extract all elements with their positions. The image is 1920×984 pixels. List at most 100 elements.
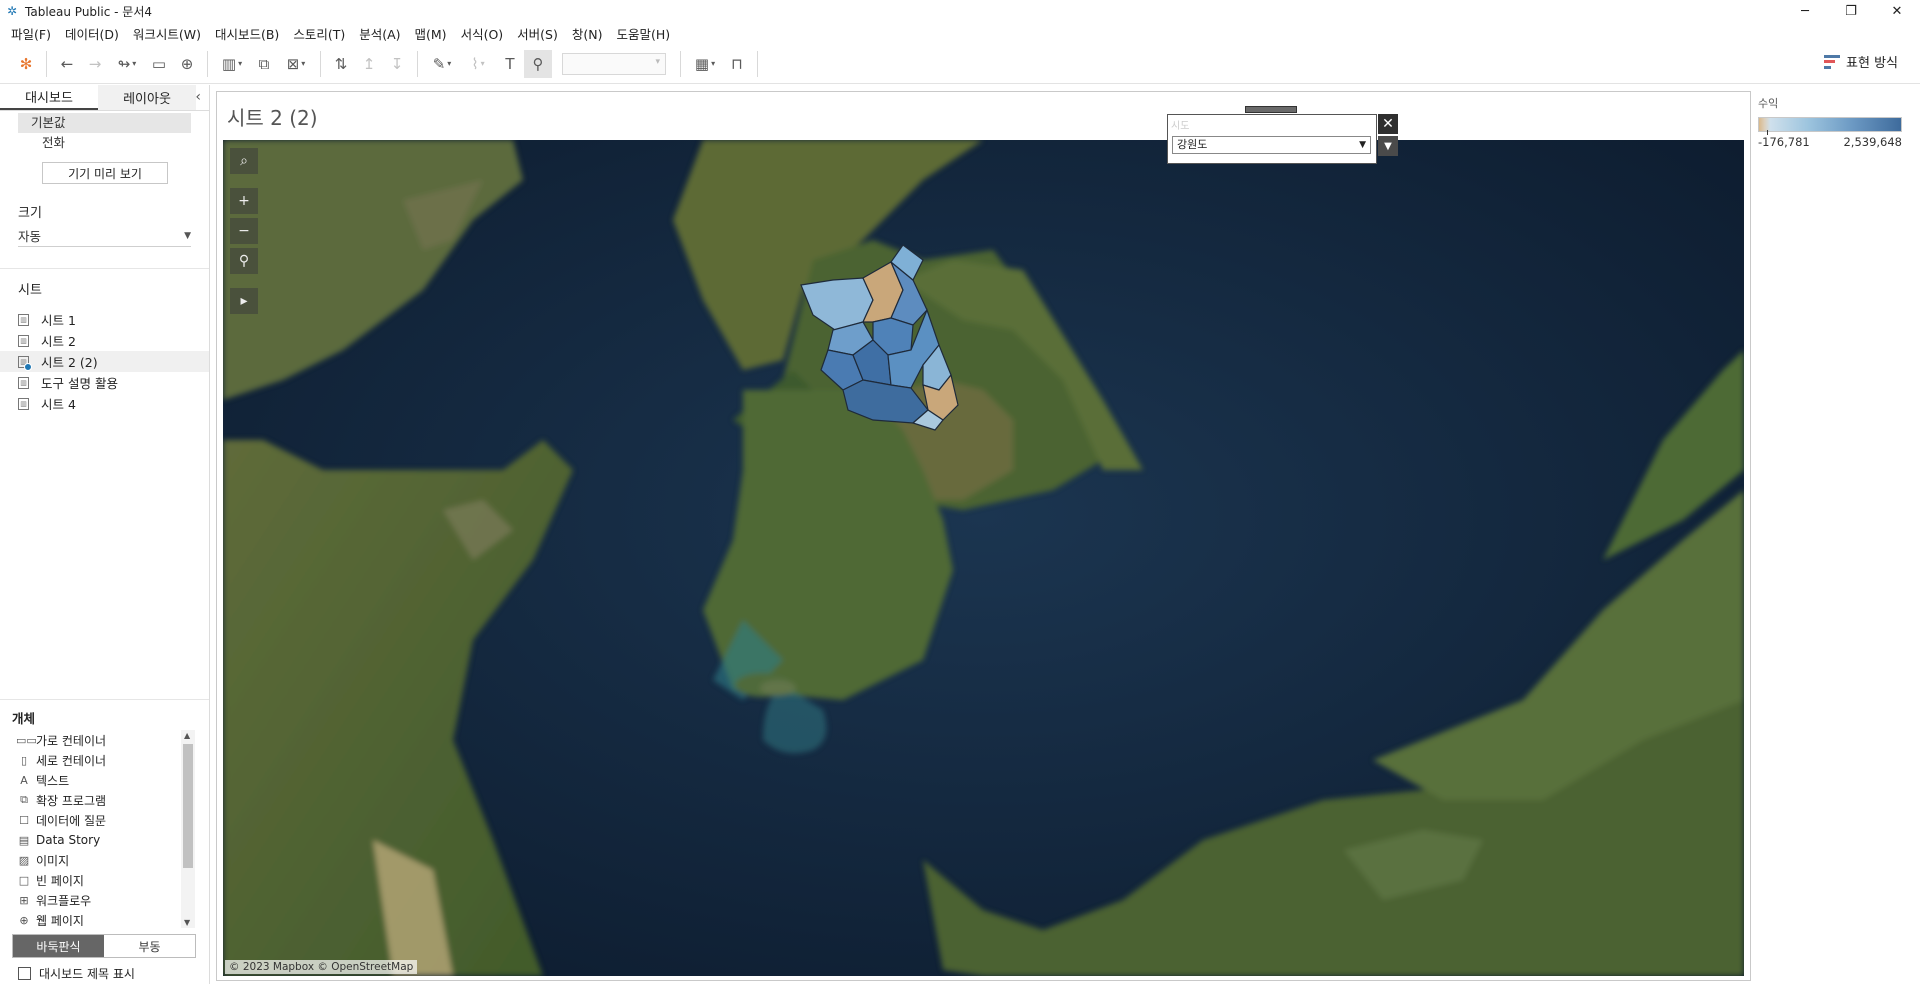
menu-format[interactable]: 서식(O)	[454, 24, 511, 43]
toolbar-separator	[417, 50, 418, 77]
object-item[interactable]: ▤ Data Story	[0, 830, 196, 850]
show-dashboard-title-option[interactable]: 대시보드 제목 표시	[18, 965, 135, 982]
menu-dashboard[interactable]: 대시보드(B)	[208, 24, 286, 43]
object-item[interactable]: ☐ 데이터에 질문	[0, 810, 196, 830]
menu-story[interactable]: 스토리(T)	[286, 24, 352, 43]
tab-dashboard[interactable]: 대시보드	[0, 85, 98, 110]
object-item[interactable]: ⊕ 웹 페이지	[0, 910, 196, 927]
sort-ascending-icon[interactable]: ↥	[355, 50, 383, 78]
sheet-label: 시트 2	[41, 334, 76, 349]
sheet-item[interactable]: ▥ 시트 2	[0, 330, 209, 351]
zoom-in-icon[interactable]: +	[230, 188, 258, 214]
presentation-mode-icon[interactable]: ⊓	[723, 50, 751, 78]
sheet-item[interactable]: ▥ 시트 1	[0, 309, 209, 330]
data-story-icon: ▤	[18, 833, 30, 847]
color-legend: 수익 -176,781 2,539,648	[1758, 95, 1908, 149]
tableau-logo-icon: ✲	[6, 4, 18, 18]
menu-file[interactable]: 파일(F)	[4, 24, 58, 43]
restore-button[interactable]: ❐	[1828, 0, 1874, 22]
save-icon[interactable]: ▭	[145, 50, 173, 78]
map-toolbar: ⌕ + − ⚲ ▸	[230, 148, 260, 314]
object-label: 가로 컨테이너	[36, 733, 107, 748]
object-label: 데이터에 질문	[36, 813, 107, 828]
scrollbar-thumb[interactable]	[183, 744, 193, 868]
objects-section-title: 개체	[12, 711, 36, 726]
sort-descending-icon[interactable]: ↧	[383, 50, 411, 78]
menu-map[interactable]: 맵(M)	[408, 24, 454, 43]
object-item[interactable]: □ 빈 페이지	[0, 870, 196, 890]
menu-worksheet[interactable]: 워크시트(W)	[126, 24, 208, 43]
legend-color-ramp	[1758, 117, 1902, 135]
object-item[interactable]: ⧉ 확장 프로그램	[0, 790, 196, 810]
window-controls: ─ ❐ ✕	[1782, 0, 1920, 22]
sheet-item-selected[interactable]: ▥ 시트 2 (2)	[0, 351, 209, 372]
highlight-icon[interactable]: ✎	[424, 50, 460, 78]
menu-window[interactable]: 창(N)	[565, 24, 610, 43]
menu-analysis[interactable]: 분석(A)	[352, 24, 407, 43]
more-options-icon[interactable]: ▼	[1378, 136, 1398, 156]
tab-layout[interactable]: 레이아웃	[98, 85, 196, 110]
show-labels-icon[interactable]: T	[496, 50, 524, 78]
worksheet-icon: ▥	[18, 334, 29, 347]
map-view[interactable]: ⌕ + − ⚲ ▸ © 2023 Mapbox © OpenStreetMap	[223, 140, 1744, 976]
swap-icon[interactable]: ⇅	[327, 50, 355, 78]
close-window-button[interactable]: ✕	[1874, 0, 1920, 22]
blank-icon: □	[18, 873, 30, 887]
object-item[interactable]: ▨ 이미지	[0, 850, 196, 870]
reset-map-icon[interactable]: ⚲	[230, 248, 258, 274]
expand-toolbar-icon[interactable]: ▸	[230, 288, 258, 314]
checkbox[interactable]	[18, 967, 31, 980]
chevron-down-icon: ▼	[1359, 140, 1366, 150]
scroll-up-icon[interactable]: ▲	[184, 731, 190, 740]
sheet-item[interactable]: ▥ 시트 4	[0, 393, 209, 414]
sheet-item[interactable]: ▥ 도구 설명 활용	[0, 372, 209, 393]
worksheet-icon: ▥	[18, 397, 29, 410]
objects-scrollbar[interactable]: ▲ ▼	[181, 730, 195, 928]
group-icon[interactable]: ⌇	[460, 50, 496, 78]
objects-section: 개체 ▭▭ 가로 컨테이너 ▯ 세로 컨테이너 A 텍스트 ⧉ 확장 프로그램 ☐ 데이터…	[0, 699, 209, 984]
minimize-button[interactable]: ─	[1782, 0, 1828, 22]
menu-help[interactable]: 도움말(H)	[609, 24, 677, 43]
sheet-label: 시트 1	[41, 313, 76, 328]
drag-handle[interactable]	[1245, 106, 1297, 113]
device-default[interactable]: 기본값	[18, 113, 191, 133]
tableau-home-icon[interactable]: ✻	[12, 50, 40, 78]
device-preview-button[interactable]: 기기 미리 보기	[42, 162, 168, 184]
show-me-button[interactable]: 표현 방식	[1824, 52, 1898, 71]
object-label: Data Story	[36, 833, 101, 847]
size-dropdown[interactable]: 자동 ▼	[18, 225, 191, 247]
text-icon: A	[20, 773, 28, 787]
object-item[interactable]: A 텍스트	[0, 770, 196, 790]
object-item[interactable]: ▯ 세로 컨테이너	[0, 750, 196, 770]
clear-sheet-icon[interactable]: ⊠	[278, 50, 314, 78]
device-phone[interactable]: 전화	[0, 133, 209, 153]
object-label: 이미지	[36, 853, 70, 868]
fit-select[interactable]	[562, 52, 666, 75]
new-worksheet-icon[interactable]: ▥	[214, 50, 250, 78]
sheet-label: 시트 4	[41, 397, 76, 412]
object-item[interactable]: ⊞ 워크플로우	[0, 890, 196, 910]
show-cards-icon[interactable]: ▦	[687, 50, 723, 78]
filter-card: 시도 강원도 ▼	[1167, 114, 1377, 164]
menu-data[interactable]: 데이터(D)	[58, 24, 126, 43]
duplicate-sheet-icon[interactable]: ⧉	[250, 50, 278, 78]
floating-mode-button[interactable]: 부동	[104, 935, 195, 957]
close-icon[interactable]: ✕	[1378, 114, 1398, 134]
fix-axes-icon[interactable]: ⚲	[524, 49, 552, 78]
menu-bar: 파일(F) 데이터(D) 워크시트(W) 대시보드(B) 스토리(T) 분석(A…	[0, 22, 1920, 44]
undo-icon[interactable]: ←	[53, 50, 81, 78]
toolbar: ✻ ← → ↬ ▭ ⊕ ▥ ⧉ ⊠ ⇅ ↥ ↧ ✎ ⌇ T ⚲ ▦ ⊓ 표현 방…	[0, 44, 1920, 84]
collapse-pane-icon[interactable]: ‹	[195, 89, 201, 105]
tiled-mode-button[interactable]: 바둑판식	[13, 935, 104, 957]
new-datasource-icon[interactable]: ⊕	[173, 50, 201, 78]
size-section-title: 크기	[18, 206, 42, 221]
zoom-out-icon[interactable]: −	[230, 218, 258, 244]
filter-dropdown[interactable]: 강원도 ▼	[1172, 136, 1371, 154]
menu-server[interactable]: 서버(S)	[510, 24, 565, 43]
redo-icon[interactable]: →	[81, 50, 109, 78]
workflow-icon: ⊞	[19, 893, 29, 907]
replay-icon[interactable]: ↬	[109, 50, 145, 78]
map-search-icon[interactable]: ⌕	[230, 148, 258, 174]
object-item[interactable]: ▭▭ 가로 컨테이너	[0, 730, 196, 750]
scroll-down-icon[interactable]: ▼	[184, 918, 190, 927]
